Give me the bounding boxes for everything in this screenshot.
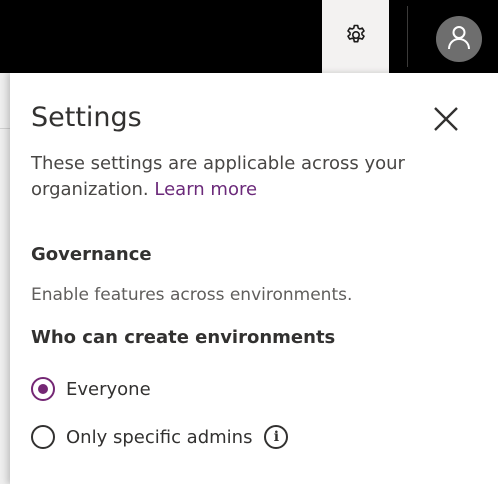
divider: [0, 128, 10, 129]
section-description: Enable features across environments.: [31, 285, 353, 305]
info-icon[interactable]: i: [264, 425, 289, 449]
panel-description: These settings are applicable across you…: [31, 151, 451, 203]
radio-everyone[interactable]: [31, 377, 55, 401]
settings-panel: Settings These settings are applicable a…: [10, 73, 498, 484]
page-background: [0, 73, 10, 484]
option-label: Only specific admins: [66, 426, 253, 448]
learn-more-link[interactable]: Learn more: [154, 179, 257, 200]
section-title: Governance: [31, 244, 152, 265]
close-button[interactable]: [430, 105, 462, 137]
profile-button[interactable]: [436, 16, 482, 62]
top-bar: [0, 0, 498, 73]
header-divider: [407, 6, 408, 67]
radio-specific-admins[interactable]: [31, 425, 55, 449]
option-everyone[interactable]: Everyone: [31, 375, 151, 403]
option-specific-admins[interactable]: Only specific admins i: [31, 423, 289, 451]
option-label: Everyone: [66, 378, 151, 400]
gear-icon: [344, 23, 368, 51]
close-icon: [433, 106, 459, 136]
panel-title: Settings: [31, 102, 142, 133]
settings-button[interactable]: [322, 0, 389, 73]
radio-selected-dot: [38, 384, 48, 394]
person-icon: [446, 24, 472, 54]
question-label: Who can create environments: [31, 327, 336, 348]
